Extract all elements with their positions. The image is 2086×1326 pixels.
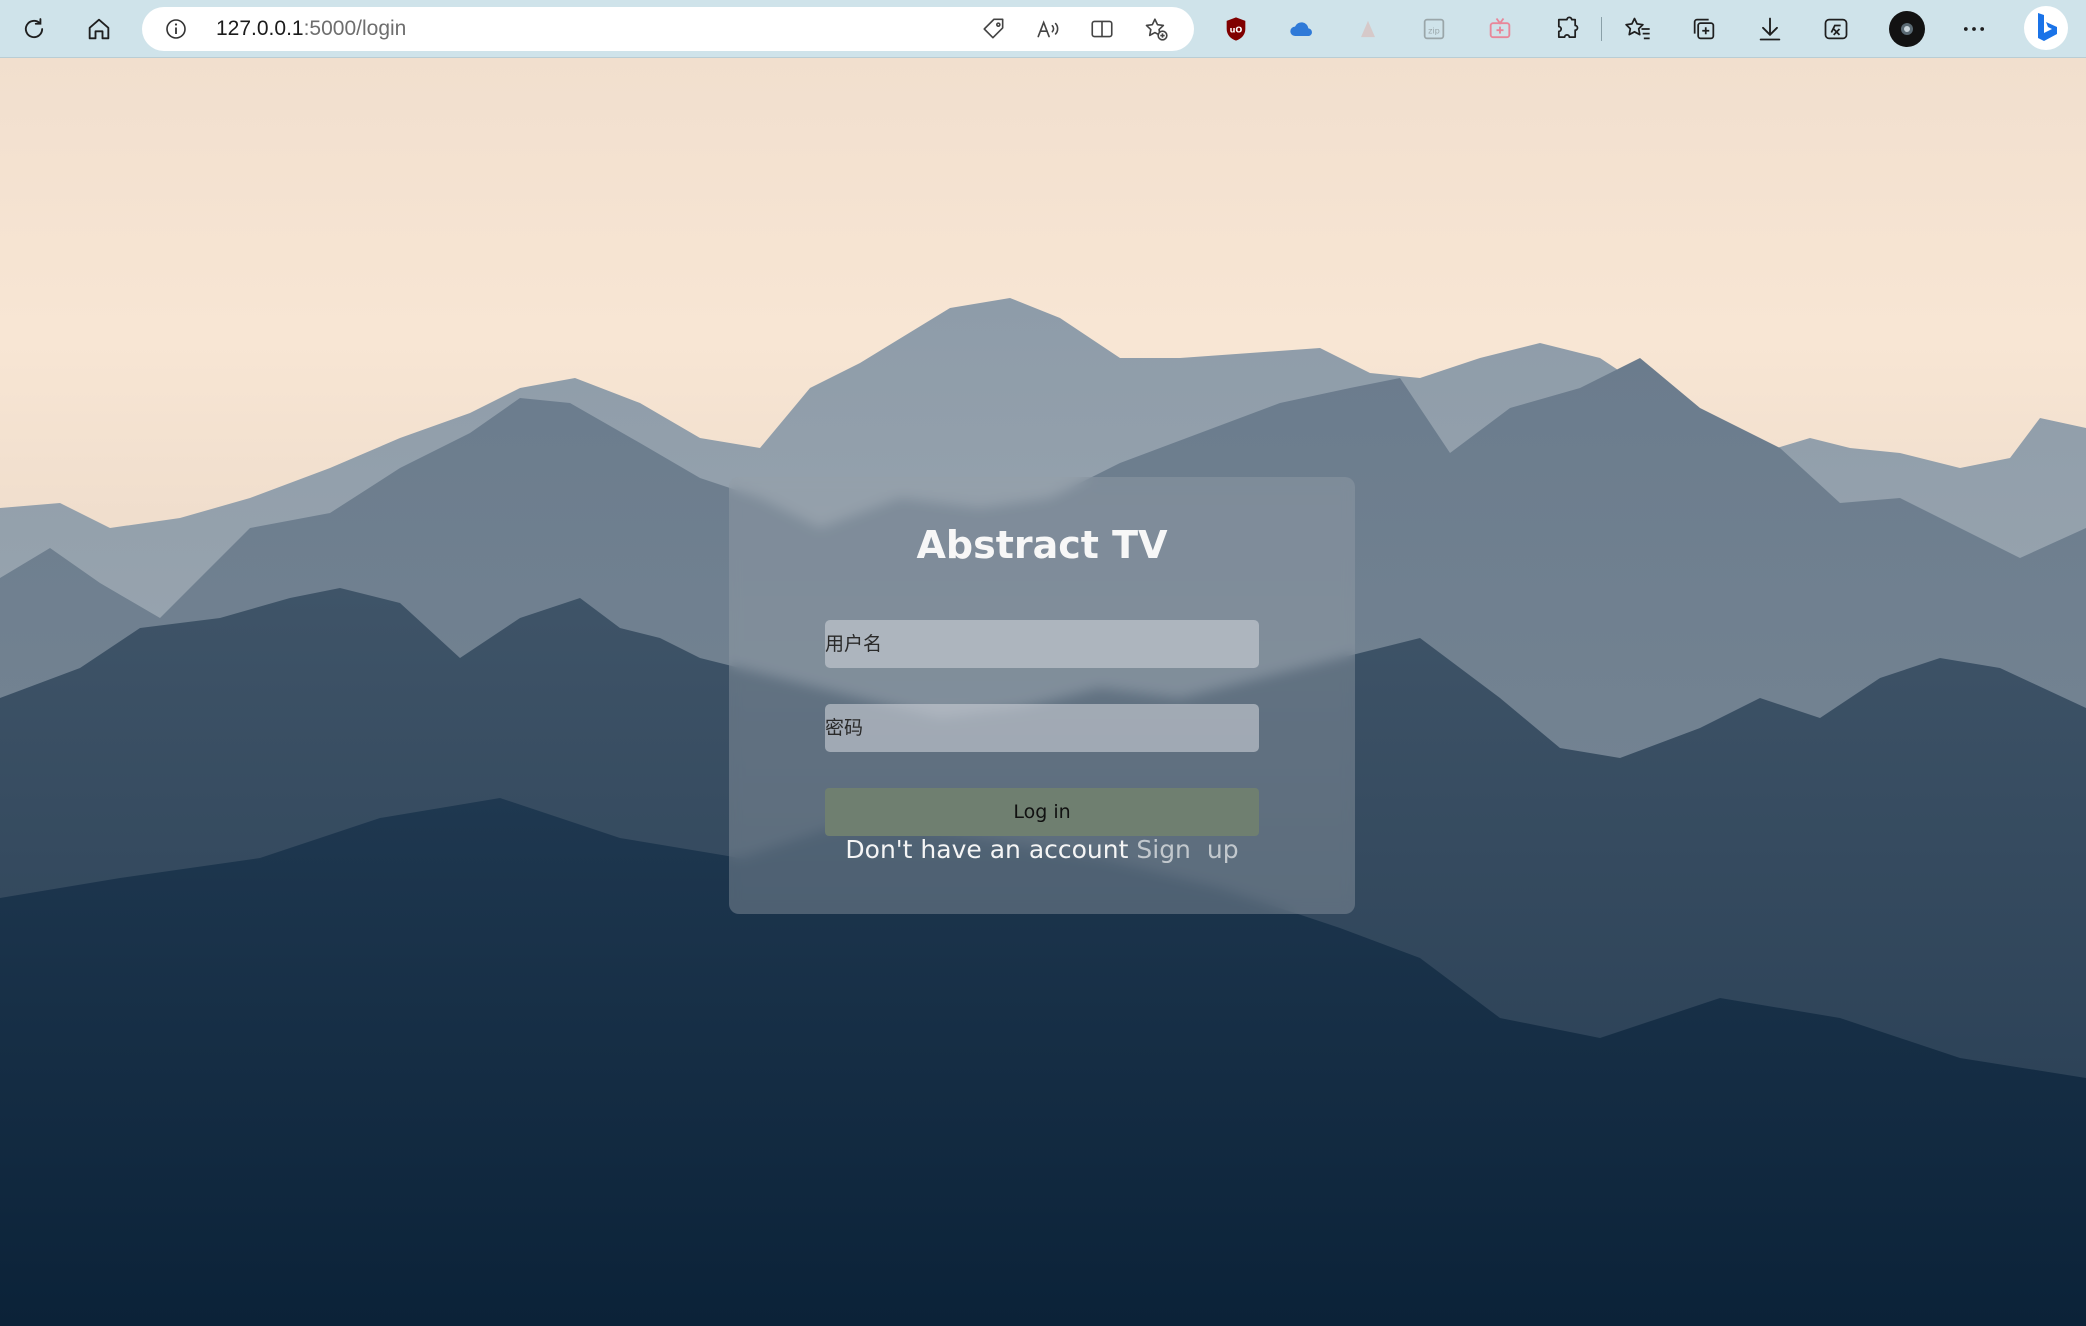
read-aloud-icon[interactable] xyxy=(1034,15,1062,43)
toolbar-separator xyxy=(1601,17,1602,41)
url-text[interactable]: 127.0.0.1:5000/login xyxy=(216,7,406,51)
tv-extension-icon[interactable] xyxy=(1484,13,1516,45)
ublock-icon[interactable]: uO xyxy=(1220,13,1252,45)
url-path: :5000/login xyxy=(303,17,407,40)
app-title: Abstract TV xyxy=(916,523,1168,567)
password-input[interactable] xyxy=(825,704,1259,752)
more-icon[interactable] xyxy=(1958,13,1990,45)
triangle-extension-icon[interactable] xyxy=(1352,13,1384,45)
collections-icon[interactable] xyxy=(1688,13,1720,45)
username-input[interactable] xyxy=(825,620,1259,668)
profile-avatar-icon[interactable] xyxy=(1889,11,1925,47)
bing-icon[interactable] xyxy=(2023,4,2069,52)
zip-extension-icon[interactable]: zip xyxy=(1418,13,1450,45)
refresh-icon[interactable] xyxy=(18,13,50,45)
math-icon[interactable] xyxy=(1820,13,1852,45)
split-screen-icon[interactable] xyxy=(1088,15,1116,43)
address-bar[interactable]: 127.0.0.1:5000/login xyxy=(142,7,1194,51)
puzzle-icon[interactable] xyxy=(1551,13,1583,45)
signup-link[interactable]: Sign up xyxy=(1136,835,1238,864)
url-host: 127.0.0.1 xyxy=(216,17,304,40)
svg-text:uO: uO xyxy=(1230,25,1243,35)
favorites-icon[interactable] xyxy=(1622,13,1654,45)
home-icon[interactable] xyxy=(83,13,115,45)
cloud-extension-icon[interactable] xyxy=(1286,13,1318,45)
login-card: Abstract TV Log in Don't have an account… xyxy=(729,477,1355,914)
signup-prompt: Don't have an account xyxy=(845,835,1129,864)
tag-icon[interactable] xyxy=(980,15,1008,43)
info-icon[interactable] xyxy=(164,17,188,41)
download-icon[interactable] xyxy=(1754,13,1786,45)
signup-prompt-line: Don't have an account Sign up xyxy=(729,835,1355,864)
add-favorite-icon[interactable] xyxy=(1142,15,1170,43)
login-button[interactable]: Log in xyxy=(825,788,1259,836)
browser-toolbar: 127.0.0.1:5000/login uO zip xyxy=(0,0,2086,58)
svg-text:zip: zip xyxy=(1428,26,1440,36)
